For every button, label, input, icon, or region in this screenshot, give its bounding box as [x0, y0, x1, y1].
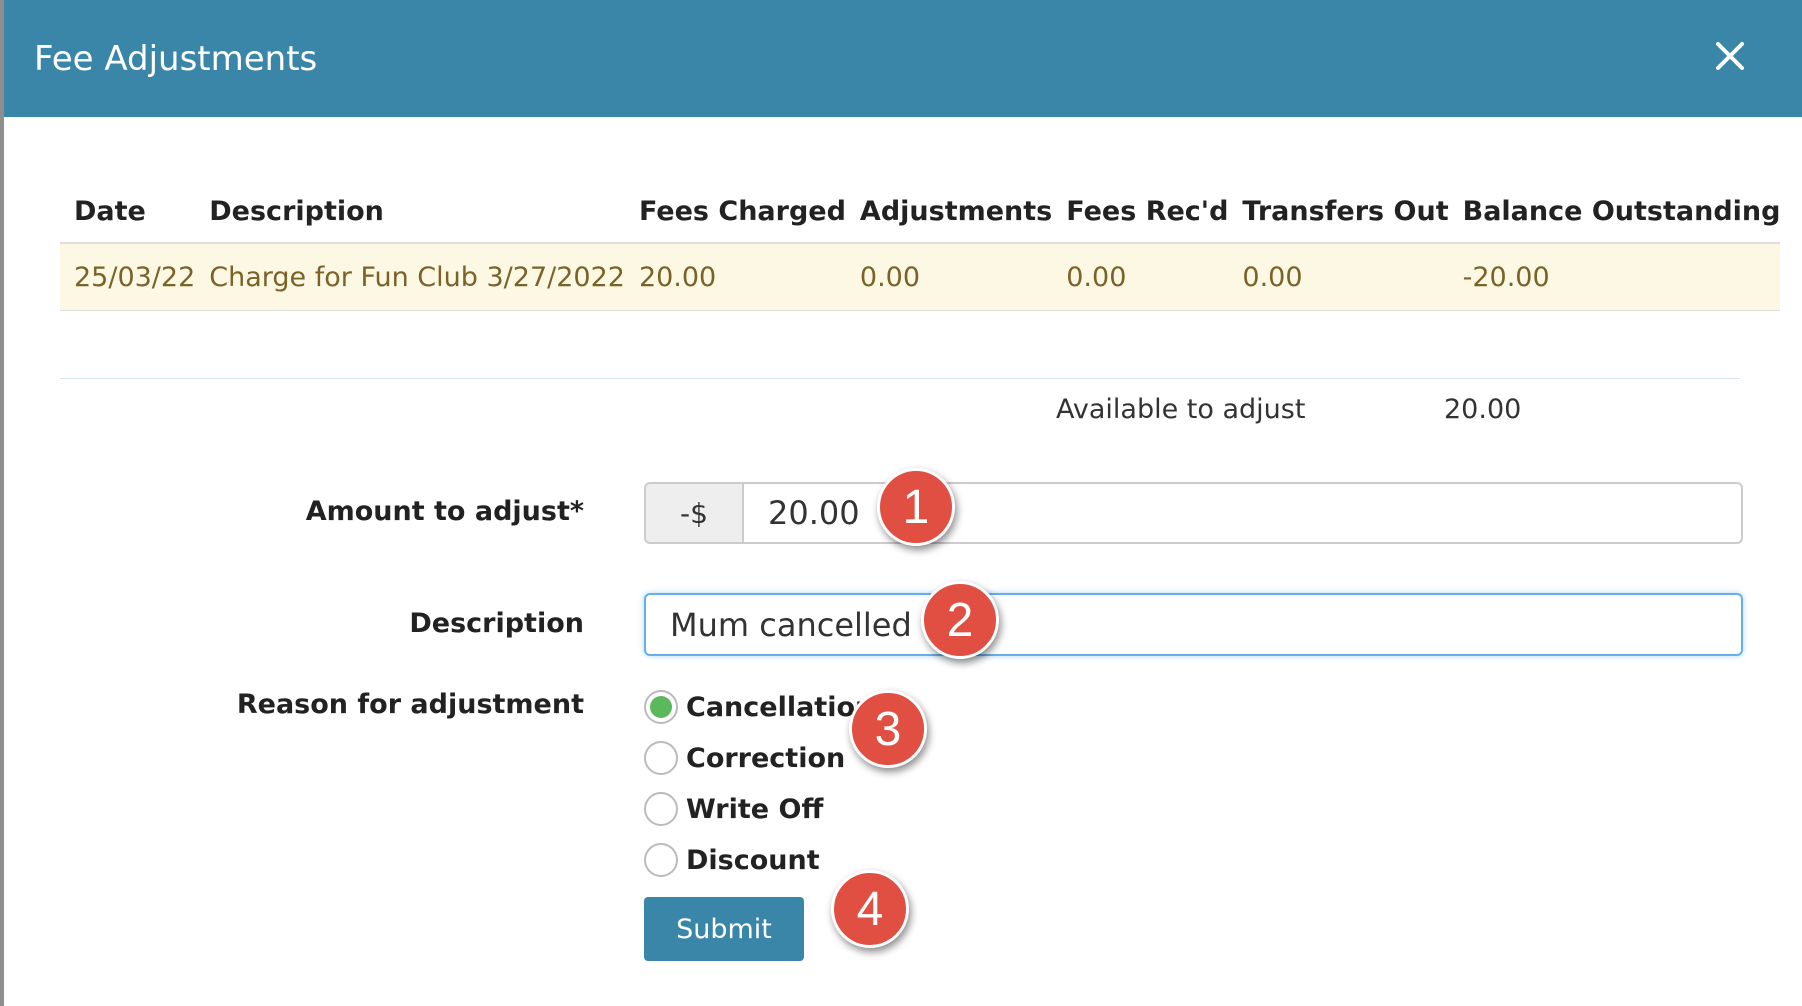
cell-fees-charged: 20.00	[624, 243, 846, 311]
reason-option-cancellation[interactable]: Cancellation	[644, 687, 874, 727]
reason-option-label: Cancellation	[686, 691, 875, 723]
table-row: 25/03/22 Charge for Fun Club 3/27/2022 2…	[60, 243, 1781, 311]
reason-option-correction[interactable]: Correction	[644, 738, 845, 778]
description-label: Description	[409, 608, 584, 639]
available-label: Available to adjust	[1056, 394, 1306, 425]
step-marker-4: 4	[831, 870, 909, 948]
reason-option-discount[interactable]: Discount	[644, 840, 820, 880]
reason-label: Reason for adjustment	[236, 689, 584, 720]
fees-table: Date Description Fees Charged Adjustment…	[60, 180, 1781, 311]
amount-label: Amount to adjust*	[305, 496, 584, 527]
step-marker-3: 3	[849, 690, 927, 768]
reason-option-label: Write Off	[686, 793, 824, 825]
close-icon	[1716, 42, 1744, 70]
modal-header: Fee Adjustments	[4, 0, 1802, 117]
reason-option-label: Correction	[686, 742, 846, 774]
submit-button[interactable]: Submit	[644, 897, 804, 961]
column-header-fees-charged: Fees Charged	[624, 180, 846, 244]
modal-title: Fee Adjustments	[34, 39, 318, 79]
close-button[interactable]	[1712, 38, 1748, 74]
radio-button[interactable]	[644, 792, 678, 826]
step-marker-2: 2	[921, 581, 999, 659]
amount-prefix: -$	[644, 482, 744, 544]
reason-option-label: Discount	[686, 844, 820, 876]
column-header-transfers-out: Transfers Out	[1228, 180, 1449, 244]
table-header-row: Date Description Fees Charged Adjustment…	[60, 180, 1781, 244]
radio-button[interactable]	[644, 843, 678, 877]
column-header-adjustments: Adjustments	[845, 180, 1053, 244]
column-header-balance-outstanding: Balance Outstanding	[1448, 180, 1781, 244]
step-marker-1: 1	[877, 468, 955, 546]
cell-adjustments: 0.00	[845, 243, 1053, 311]
cell-description: Charge for Fun Club 3/27/2022	[195, 243, 625, 311]
column-header-fees-recd: Fees Rec'd	[1052, 180, 1229, 244]
cell-date: 25/03/22	[60, 243, 196, 311]
radio-button-checked[interactable]	[644, 690, 678, 724]
cell-transfers-out: 0.00	[1228, 243, 1449, 311]
available-value: 20.00	[1444, 394, 1522, 425]
column-header-date: Date	[60, 180, 196, 244]
column-header-description: Description	[195, 180, 625, 244]
radio-button[interactable]	[644, 741, 678, 775]
reason-option-write-off[interactable]: Write Off	[644, 789, 823, 829]
description-input[interactable]	[644, 593, 1743, 656]
table-divider	[60, 378, 1740, 379]
cell-balance-outstanding: -20.00	[1448, 243, 1781, 311]
cell-fees-recd: 0.00	[1052, 243, 1229, 311]
